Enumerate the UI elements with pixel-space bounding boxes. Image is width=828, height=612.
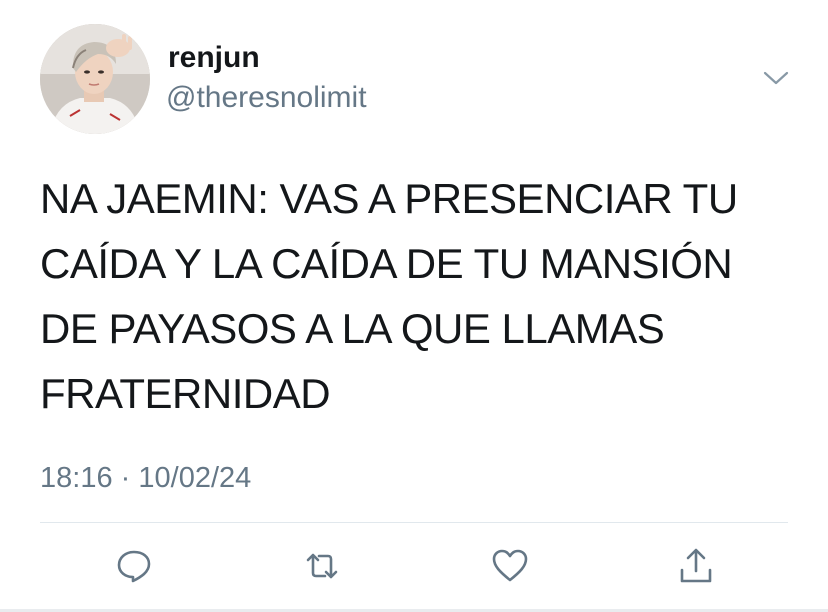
timestamp-separator: · bbox=[120, 462, 131, 494]
like-button[interactable] bbox=[490, 546, 530, 586]
chevron-down-icon[interactable] bbox=[762, 66, 790, 90]
avatar-image bbox=[40, 24, 150, 134]
user-handle[interactable]: @theresnolimit bbox=[166, 80, 367, 116]
tweet-date: 10/02/24 bbox=[138, 462, 252, 494]
display-name[interactable]: renjun bbox=[168, 40, 260, 76]
divider bbox=[40, 522, 788, 523]
tweet-text: NA JAEMIN: VAS A PRESENCIAR TU CAÍDA Y L… bbox=[40, 175, 738, 417]
tweet-time: 18:16 bbox=[40, 462, 113, 494]
retweet-icon bbox=[306, 553, 338, 579]
reply-button[interactable] bbox=[114, 546, 154, 586]
avatar[interactable] bbox=[40, 24, 150, 134]
share-button[interactable] bbox=[676, 546, 716, 586]
reply-icon bbox=[117, 550, 151, 583]
tweet-card: renjun @theresnolimit NA JAEMIN: VAS A P… bbox=[0, 0, 828, 612]
retweet-button[interactable] bbox=[302, 546, 342, 586]
share-icon bbox=[680, 548, 712, 583]
tweet-timestamp[interactable]: 18:16 · 10/02/24 bbox=[40, 460, 251, 496]
heart-icon bbox=[492, 549, 528, 582]
